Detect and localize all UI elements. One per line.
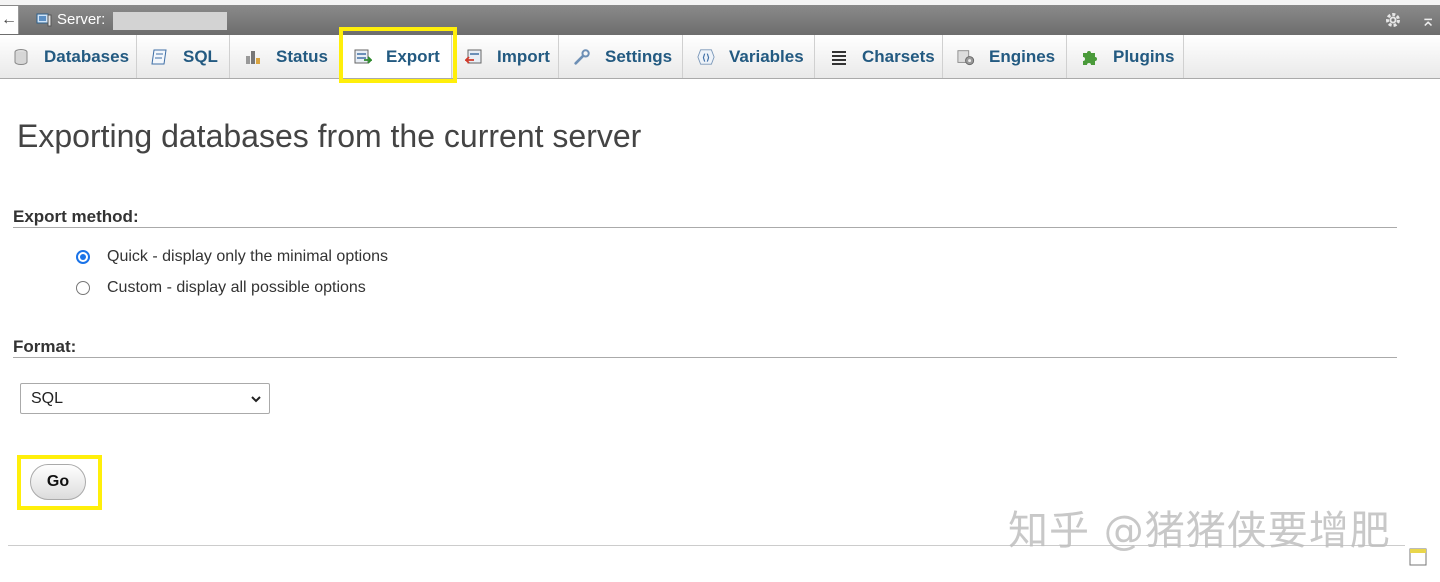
section-divider [13,357,1397,358]
radio-label[interactable]: Custom - display all possible options [107,279,366,297]
server-breadcrumb-bar: ← Server: ⌅ [0,5,1440,35]
section-divider [13,227,1397,228]
tab-label: Engines [989,46,1056,66]
tab-label: Import [497,46,550,66]
tab-label: Status [276,46,328,66]
radio-label[interactable]: Quick - display only the minimal options [107,248,388,266]
tab-label: Variables [729,46,804,66]
tab-settings[interactable]: Settings [559,35,683,78]
gear-icon[interactable] [1384,11,1402,29]
svg-text:⟨⟩: ⟨⟩ [702,53,710,63]
tab-charsets[interactable]: Charsets [815,35,943,78]
variables-icon: ⟨⟩ [697,48,715,66]
wrench-icon [573,48,591,66]
tab-label: Databases [44,46,130,66]
sql-icon [151,48,169,66]
charsets-icon [830,48,848,66]
server-name-redacted [113,12,227,30]
tab-label: Charsets [862,46,935,66]
engines-icon [957,48,975,66]
tab-label: Settings [605,46,673,66]
console-icon[interactable] [1409,548,1427,566]
tab-engines[interactable]: Engines [943,35,1067,78]
radio-option-custom[interactable]: Custom - display all possible options [76,279,366,297]
format-select[interactable]: SQL [20,383,270,414]
radio-button[interactable] [76,281,90,295]
back-arrow-button[interactable]: ← [0,6,19,34]
tab-status[interactable]: Status [230,35,340,78]
tab-sql[interactable]: SQL [137,35,230,78]
tab-variables[interactable]: ⟨⟩ Variables [683,35,815,78]
tab-label: Plugins [1113,46,1175,66]
tab-label: Export [386,46,440,66]
chevron-down-icon [251,396,261,403]
watermark-text: 知乎 @猪猪侠要增肥 [1008,508,1391,554]
server-icon [36,13,52,27]
export-icon [354,48,372,66]
radio-option-quick[interactable]: Quick - display only the minimal options [76,248,388,266]
import-icon [465,48,483,66]
tab-plugins[interactable]: Plugins [1067,35,1184,78]
format-selected-value: SQL [31,389,64,407]
page-title: Exporting databases from the current ser… [17,118,642,154]
go-button[interactable]: Go [30,464,86,500]
format-label: Format: [13,337,77,356]
tab-import[interactable]: Import [452,35,559,78]
export-method-label: Export method: [13,207,139,226]
top-menu-tabs: Databases SQL Status Export Import Setti… [0,35,1440,79]
tab-databases[interactable]: Databases [0,35,137,78]
server-label[interactable]: Server: [57,11,105,28]
database-icon [12,48,30,66]
tab-export[interactable]: Export [340,35,452,78]
collapse-icon[interactable]: ⌅ [1418,10,1438,30]
status-icon [244,48,262,66]
tab-label: SQL [183,46,218,66]
puzzle-icon [1081,48,1099,66]
radio-button-selected[interactable] [76,250,90,264]
